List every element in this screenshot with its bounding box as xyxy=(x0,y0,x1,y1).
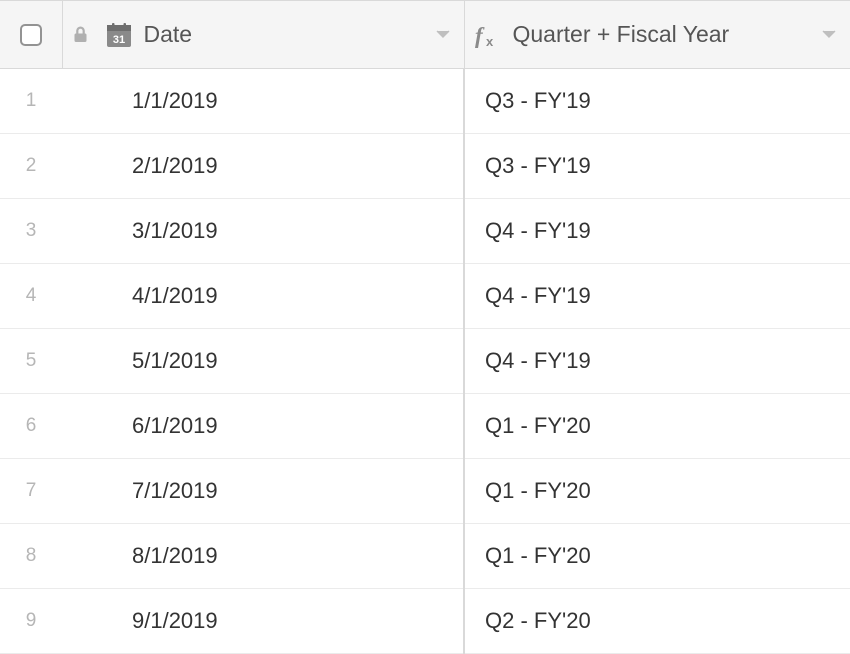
date-cell[interactable]: 9/1/2019 xyxy=(62,589,464,654)
formula-cell[interactable]: Q3 - FY'19 xyxy=(464,69,850,134)
table-row[interactable]: 8 8/1/2019 Q1 - FY'20 xyxy=(0,524,850,589)
table-row[interactable]: 4 4/1/2019 Q4 - FY'19 xyxy=(0,264,850,329)
table-row[interactable]: 2 2/1/2019 Q3 - FY'19 xyxy=(0,134,850,199)
table-row[interactable]: 3 3/1/2019 Q4 - FY'19 xyxy=(0,199,850,264)
lock-icon xyxy=(73,26,88,43)
table-row[interactable]: 7 7/1/2019 Q1 - FY'20 xyxy=(0,459,850,524)
date-cell[interactable]: 4/1/2019 xyxy=(62,264,464,329)
table-row[interactable]: 9 9/1/2019 Q2 - FY'20 xyxy=(0,589,850,654)
header-row: 31 Date f xyxy=(0,1,850,69)
table-row[interactable]: 1 1/1/2019 Q3 - FY'19 xyxy=(0,69,850,134)
date-cell[interactable]: 3/1/2019 xyxy=(62,199,464,264)
row-number[interactable]: 3 xyxy=(0,199,62,264)
formula-cell[interactable]: Q4 - FY'19 xyxy=(464,264,850,329)
data-table: 31 Date f xyxy=(0,0,850,654)
formula-column-label: Quarter + Fiscal Year xyxy=(513,21,823,48)
formula-cell[interactable]: Q3 - FY'19 xyxy=(464,134,850,199)
row-number[interactable]: 7 xyxy=(0,459,62,524)
formula-icon: f x xyxy=(475,22,501,48)
row-number[interactable]: 5 xyxy=(0,329,62,394)
date-column-label: Date xyxy=(144,21,436,48)
formula-cell[interactable]: Q2 - FY'20 xyxy=(464,589,850,654)
date-cell[interactable]: 6/1/2019 xyxy=(62,394,464,459)
date-column-header[interactable]: 31 Date xyxy=(62,1,464,69)
chevron-down-icon[interactable] xyxy=(822,30,836,40)
row-number[interactable]: 4 xyxy=(0,264,62,329)
formula-cell[interactable]: Q1 - FY'20 xyxy=(464,524,850,589)
date-cell[interactable]: 5/1/2019 xyxy=(62,329,464,394)
date-cell[interactable]: 8/1/2019 xyxy=(62,524,464,589)
row-number[interactable]: 8 xyxy=(0,524,62,589)
formula-cell[interactable]: Q4 - FY'19 xyxy=(464,199,850,264)
formula-column-header[interactable]: f x Quarter + Fiscal Year xyxy=(464,1,850,69)
date-cell[interactable]: 2/1/2019 xyxy=(62,134,464,199)
table-row[interactable]: 5 5/1/2019 Q4 - FY'19 xyxy=(0,329,850,394)
select-all-checkbox[interactable] xyxy=(20,24,42,46)
table-body: 1 1/1/2019 Q3 - FY'19 2 2/1/2019 Q3 - FY… xyxy=(0,69,850,654)
date-cell[interactable]: 1/1/2019 xyxy=(62,69,464,134)
row-number[interactable]: 6 xyxy=(0,394,62,459)
date-cell[interactable]: 7/1/2019 xyxy=(62,459,464,524)
chevron-down-icon[interactable] xyxy=(436,30,450,40)
select-all-header[interactable] xyxy=(0,1,62,69)
formula-cell[interactable]: Q4 - FY'19 xyxy=(464,329,850,394)
svg-text:31: 31 xyxy=(112,34,124,46)
row-number[interactable]: 2 xyxy=(0,134,62,199)
calendar-icon: 31 xyxy=(106,22,132,48)
svg-text:f: f xyxy=(475,23,485,48)
formula-cell[interactable]: Q1 - FY'20 xyxy=(464,459,850,524)
row-number[interactable]: 9 xyxy=(0,589,62,654)
table-row[interactable]: 6 6/1/2019 Q1 - FY'20 xyxy=(0,394,850,459)
formula-cell[interactable]: Q1 - FY'20 xyxy=(464,394,850,459)
svg-text:x: x xyxy=(486,34,494,48)
row-number[interactable]: 1 xyxy=(0,69,62,134)
